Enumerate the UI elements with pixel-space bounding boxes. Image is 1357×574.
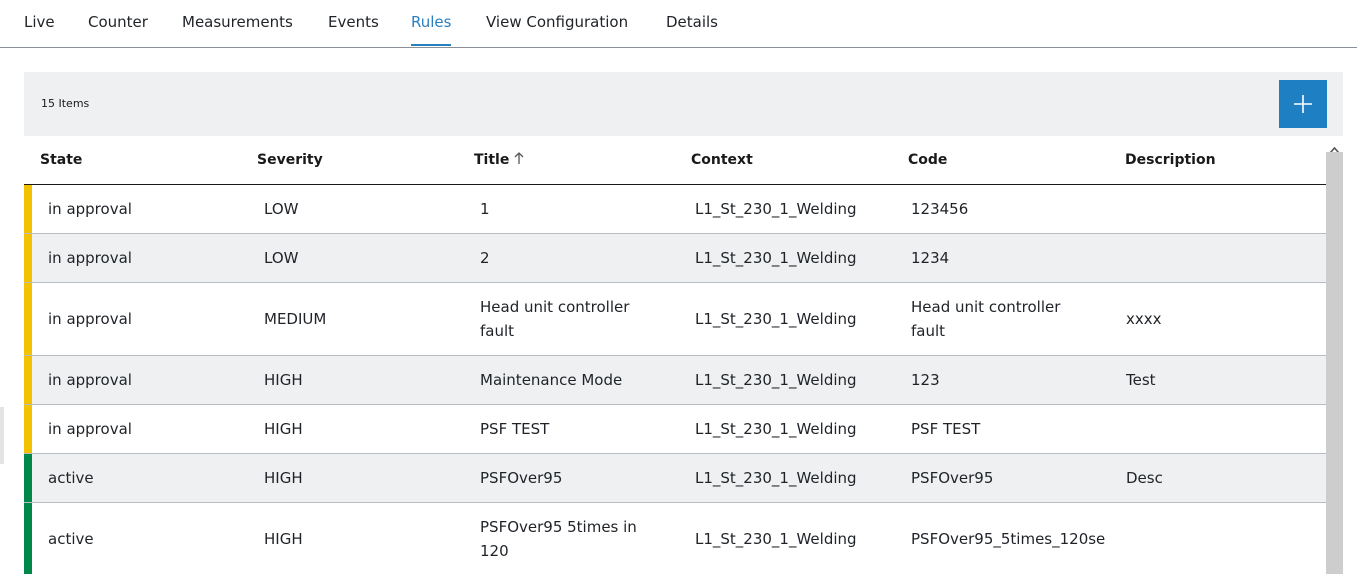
- table-row[interactable]: in approval HIGH PSF TEST L1_St_230_1_We…: [24, 405, 1326, 454]
- side-panel-handle[interactable]: [0, 407, 4, 464]
- state-cell: in approval: [48, 420, 132, 438]
- code-cell: PSFOver95: [911, 469, 994, 487]
- severity-cell: LOW: [264, 249, 299, 267]
- title-cell: PSFOver95: [480, 469, 563, 487]
- item-count: 15 Items: [41, 97, 90, 110]
- title-cell: PSF TEST: [480, 420, 550, 438]
- tab-measurements[interactable]: Measurements: [182, 13, 293, 31]
- state-cell: in approval: [48, 371, 132, 389]
- code-cell-line-2: fault: [911, 322, 946, 340]
- column-header-code[interactable]: Code: [908, 152, 947, 168]
- state-indicator: [24, 283, 32, 355]
- table-toolbar: 15 Items: [24, 72, 1343, 136]
- tab-view-configuration[interactable]: View Configuration: [486, 13, 628, 31]
- title-cell: PSFOver95 5times in: [480, 518, 637, 536]
- state-cell: active: [48, 469, 94, 487]
- context-cell: L1_St_230_1_Welding: [695, 371, 857, 389]
- table-row[interactable]: active HIGH PSFOver95 L1_St_230_1_Weldin…: [24, 454, 1326, 503]
- title-cell-line-2: 120: [480, 542, 509, 560]
- title-cell: Maintenance Mode: [480, 371, 623, 389]
- table-row[interactable]: in approval LOW 2 L1_St_230_1_Welding 12…: [24, 234, 1326, 283]
- state-indicator: [24, 454, 32, 502]
- tab-details[interactable]: Details: [666, 13, 718, 31]
- column-header-title-label: Title: [474, 152, 510, 168]
- title-cell-line-2: fault: [480, 322, 515, 340]
- add-rule-button[interactable]: [1279, 80, 1327, 128]
- severity-cell: LOW: [264, 200, 299, 218]
- tab-live[interactable]: Live: [24, 13, 55, 31]
- description-cell: xxxx: [1126, 310, 1162, 328]
- plus-icon: [1294, 95, 1312, 113]
- severity-cell: HIGH: [264, 371, 303, 389]
- severity-cell: HIGH: [264, 420, 303, 438]
- context-cell: L1_St_230_1_Welding: [695, 530, 857, 548]
- arrow-up-icon: [514, 152, 524, 168]
- severity-cell: MEDIUM: [264, 310, 327, 328]
- severity-cell: HIGH: [264, 530, 303, 548]
- severity-cell: HIGH: [264, 469, 303, 487]
- description-cell: Test: [1126, 371, 1156, 389]
- column-header-title[interactable]: Title: [474, 152, 524, 168]
- table-header: State Severity Title Context Code Descri…: [24, 136, 1326, 185]
- tab-rules[interactable]: Rules: [411, 13, 452, 46]
- context-cell: L1_St_230_1_Welding: [695, 200, 857, 218]
- tab-counter[interactable]: Counter: [88, 13, 148, 31]
- title-cell: Head unit controller: [480, 298, 630, 316]
- vertical-scrollbar[interactable]: [1326, 136, 1343, 574]
- state-cell: active: [48, 530, 94, 548]
- state-cell: in approval: [48, 310, 132, 328]
- title-cell: 1: [480, 200, 490, 218]
- table-row[interactable]: in approval LOW 1 L1_St_230_1_Welding 12…: [24, 185, 1326, 234]
- description-cell: Desc: [1126, 469, 1163, 487]
- code-cell: PSF TEST: [911, 420, 981, 438]
- context-cell: L1_St_230_1_Welding: [695, 469, 857, 487]
- column-header-context[interactable]: Context: [691, 152, 753, 168]
- code-cell: Head unit controller: [911, 298, 1061, 316]
- column-header-description[interactable]: Description: [1125, 152, 1216, 168]
- state-cell: in approval: [48, 200, 132, 218]
- context-cell: L1_St_230_1_Welding: [695, 249, 857, 267]
- context-cell: L1_St_230_1_Welding: [695, 420, 857, 438]
- state-indicator: [24, 185, 32, 233]
- code-cell: PSFOver95_5times_120se: [911, 530, 1106, 548]
- tab-bar: Live Counter Measurements Events Rules V…: [0, 0, 1357, 48]
- table-row[interactable]: active HIGH PSFOver95 5times in 120 L1_S…: [24, 503, 1326, 574]
- state-indicator: [24, 405, 32, 453]
- code-cell: 123456: [911, 200, 969, 218]
- title-cell: 2: [480, 249, 490, 267]
- tab-events[interactable]: Events: [328, 13, 379, 31]
- context-cell: L1_St_230_1_Welding: [695, 310, 857, 328]
- state-indicator: [24, 234, 32, 282]
- scrollbar-thumb[interactable]: [1326, 152, 1343, 574]
- state-indicator: [24, 356, 32, 404]
- table-row[interactable]: in approval HIGH Maintenance Mode L1_St_…: [24, 356, 1326, 405]
- column-header-state[interactable]: State: [40, 152, 82, 168]
- column-header-severity[interactable]: Severity: [257, 152, 323, 168]
- state-indicator: [24, 503, 32, 574]
- table-row[interactable]: in approval MEDIUM Head unit controller …: [24, 283, 1326, 356]
- code-cell: 123: [911, 371, 940, 389]
- code-cell: 1234: [911, 249, 950, 267]
- state-cell: in approval: [48, 249, 132, 267]
